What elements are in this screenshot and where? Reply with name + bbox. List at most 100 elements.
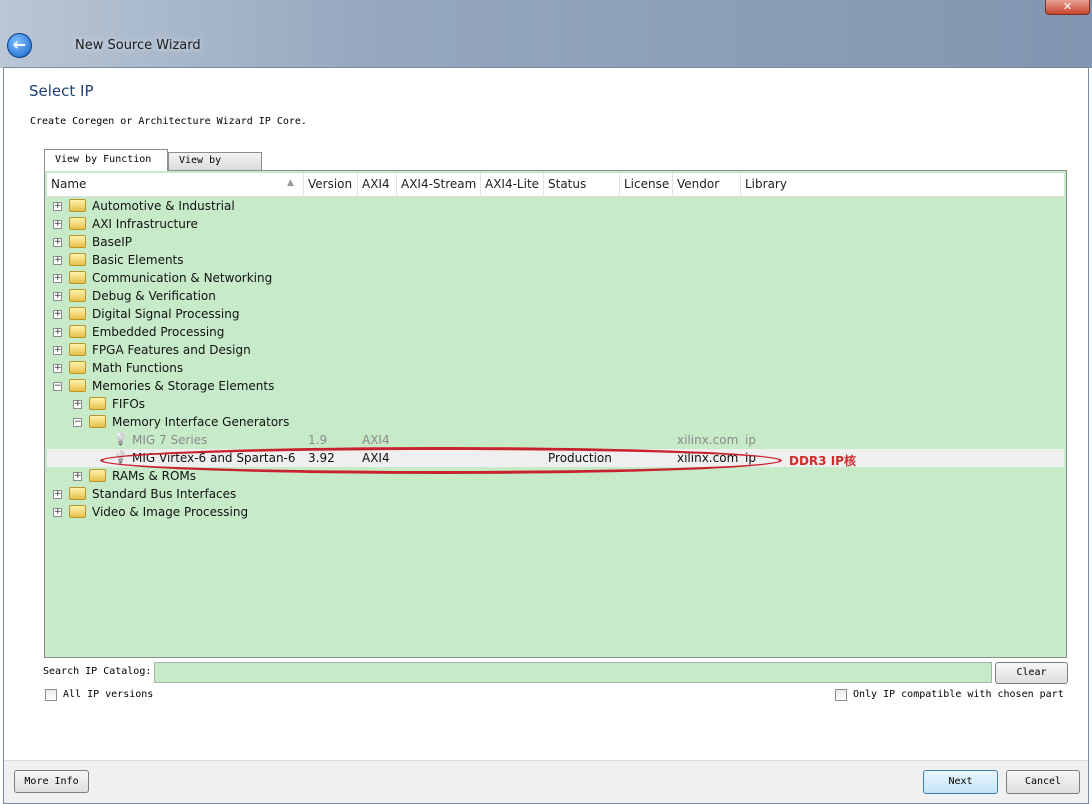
folder-icon bbox=[89, 415, 106, 428]
expand-icon[interactable]: + bbox=[73, 400, 82, 409]
row-name: Automotive & Industrial bbox=[92, 199, 235, 213]
annotation-label: DDR3 IP核 bbox=[789, 454, 856, 468]
cancel-button[interactable]: Cancel bbox=[1006, 770, 1080, 794]
expand-icon[interactable]: + bbox=[53, 328, 62, 337]
expand-icon[interactable]: + bbox=[53, 220, 62, 229]
column-header-version[interactable]: Version bbox=[304, 173, 358, 196]
folder-icon bbox=[69, 271, 86, 284]
row-name: MIG 7 Series bbox=[132, 433, 208, 447]
sort-ascending-icon: ▲ bbox=[287, 178, 294, 188]
row-vendor: xilinx.com bbox=[677, 433, 739, 447]
clear-button[interactable]: Clear bbox=[995, 662, 1068, 684]
tree-row[interactable]: 💡 MIG Virtex-6 and Spartan-6 3.92 AXI4 Produ… bbox=[47, 449, 1064, 467]
folder-icon bbox=[69, 505, 86, 518]
tree-row[interactable]: + FIFOs bbox=[47, 395, 1064, 413]
expand-icon[interactable]: + bbox=[53, 202, 62, 211]
folder-icon bbox=[69, 379, 86, 392]
row-name: Memory Interface Generators bbox=[112, 415, 290, 429]
row-library: ip bbox=[745, 451, 756, 465]
expand-icon[interactable]: + bbox=[53, 310, 62, 319]
clear-label: Clear bbox=[1016, 667, 1047, 678]
tree-row[interactable]: + Debug & Verification bbox=[47, 287, 1064, 305]
row-status: Production bbox=[548, 451, 612, 465]
expand-icon[interactable]: + bbox=[53, 274, 62, 283]
expand-icon[interactable]: + bbox=[53, 292, 62, 301]
expand-icon[interactable]: + bbox=[53, 508, 62, 517]
column-header-license[interactable]: License bbox=[620, 173, 673, 196]
folder-icon bbox=[69, 253, 86, 266]
row-name: AXI Infrastructure bbox=[92, 217, 198, 231]
collapse-icon[interactable]: − bbox=[73, 418, 82, 427]
row-name: BaseIP bbox=[92, 235, 132, 249]
title-bar: ← New Source Wizard ✕ bbox=[0, 0, 1092, 68]
expand-icon[interactable]: + bbox=[53, 490, 62, 499]
expand-icon[interactable]: + bbox=[53, 364, 62, 373]
tree-row[interactable]: + BaseIP bbox=[47, 233, 1064, 251]
row-name: FIFOs bbox=[112, 397, 146, 411]
next-button[interactable]: Next bbox=[923, 770, 998, 794]
expand-icon[interactable]: + bbox=[73, 472, 82, 481]
tree-row[interactable]: + Automotive & Industrial bbox=[47, 197, 1064, 215]
row-name: Video & Image Processing bbox=[92, 505, 249, 519]
row-library: ip bbox=[745, 433, 756, 447]
tree-row[interactable]: + FPGA Features and Design bbox=[47, 341, 1064, 359]
page-title: Select IP bbox=[29, 82, 94, 100]
folder-icon bbox=[69, 217, 86, 230]
row-name: Memories & Storage Elements bbox=[92, 379, 275, 393]
folder-icon bbox=[69, 235, 86, 248]
folder-icon bbox=[89, 397, 106, 410]
tree-row[interactable]: + Video & Image Processing bbox=[47, 503, 1064, 521]
tree-row[interactable]: + Math Functions bbox=[47, 359, 1064, 377]
column-header-axi4-lite[interactable]: AXI4-Lite bbox=[481, 173, 544, 196]
tree-row[interactable]: − Memory Interface Generators bbox=[47, 413, 1064, 431]
row-name: Embedded Processing bbox=[92, 325, 225, 339]
row-name: Math Functions bbox=[92, 361, 184, 375]
page-subtitle: Create Coregen or Architecture Wizard IP… bbox=[30, 116, 307, 127]
search-label: Search IP Catalog: bbox=[43, 666, 152, 677]
ip-core-icon: 💡 bbox=[113, 432, 128, 446]
search-input[interactable] bbox=[154, 662, 992, 683]
all-ip-versions-label: All IP versions bbox=[63, 689, 154, 700]
folder-icon bbox=[69, 487, 86, 500]
compatible-only-label: Only IP compatible with chosen part bbox=[853, 689, 1064, 700]
tree-row[interactable]: + RAMs & ROMs bbox=[47, 467, 1064, 485]
tab-view-by-name[interactable]: View by Name bbox=[168, 152, 262, 182]
expand-icon[interactable]: + bbox=[53, 238, 62, 247]
tree-row[interactable]: + Digital Signal Processing bbox=[47, 305, 1064, 323]
row-version: 1.9 bbox=[308, 433, 328, 447]
folder-icon bbox=[69, 361, 86, 374]
column-header-axi4-stream[interactable]: AXI4-Stream bbox=[397, 173, 481, 196]
row-name: Standard Bus Interfaces bbox=[92, 487, 237, 501]
tree-row[interactable]: + Basic Elements bbox=[47, 251, 1064, 269]
ip-core-icon: 💡 bbox=[113, 450, 128, 464]
back-arrow-icon[interactable]: ← bbox=[7, 33, 32, 58]
row-axi4: AXI4 bbox=[362, 433, 390, 447]
row-name: Basic Elements bbox=[92, 253, 184, 267]
collapse-icon[interactable]: − bbox=[53, 382, 62, 391]
compatible-only-checkbox[interactable] bbox=[835, 689, 847, 701]
tree-row[interactable]: 💡 MIG 7 Series 1.9 AXI4 xilinx.com ip bbox=[47, 431, 1064, 449]
column-header-axi4[interactable]: AXI4 bbox=[358, 173, 397, 196]
row-name: RAMs & ROMs bbox=[112, 469, 197, 483]
column-header-library[interactable]: Library bbox=[741, 173, 841, 196]
row-vendor: xilinx.com bbox=[677, 451, 739, 465]
tree-row[interactable]: + AXI Infrastructure bbox=[47, 215, 1064, 233]
tree-row[interactable]: + Communication & Networking bbox=[47, 269, 1064, 287]
tree-row[interactable]: − Memories & Storage Elements bbox=[47, 377, 1064, 395]
row-name: Communication & Networking bbox=[92, 271, 273, 285]
close-button[interactable]: ✕ bbox=[1045, 0, 1090, 15]
tree-row[interactable]: + Embedded Processing bbox=[47, 323, 1064, 341]
row-name: MIG Virtex-6 and Spartan-6 bbox=[132, 451, 296, 465]
column-header-status[interactable]: Status bbox=[544, 173, 620, 196]
folder-icon bbox=[69, 199, 86, 212]
column-header-vendor[interactable]: Vendor bbox=[673, 173, 741, 196]
folder-icon bbox=[69, 289, 86, 302]
tree-row[interactable]: + Standard Bus Interfaces bbox=[47, 485, 1064, 503]
ip-tree-table: Name ▲ Version AXI4 AXI4-Stream AXI4-Lit… bbox=[44, 170, 1067, 658]
all-ip-versions-checkbox[interactable] bbox=[45, 689, 57, 701]
more-info-button[interactable]: More Info bbox=[14, 770, 89, 793]
tab-view-by-function[interactable]: View by Function bbox=[44, 149, 168, 171]
expand-icon[interactable]: + bbox=[53, 346, 62, 355]
expand-icon[interactable]: + bbox=[53, 256, 62, 265]
column-header-name[interactable]: Name bbox=[47, 173, 304, 196]
